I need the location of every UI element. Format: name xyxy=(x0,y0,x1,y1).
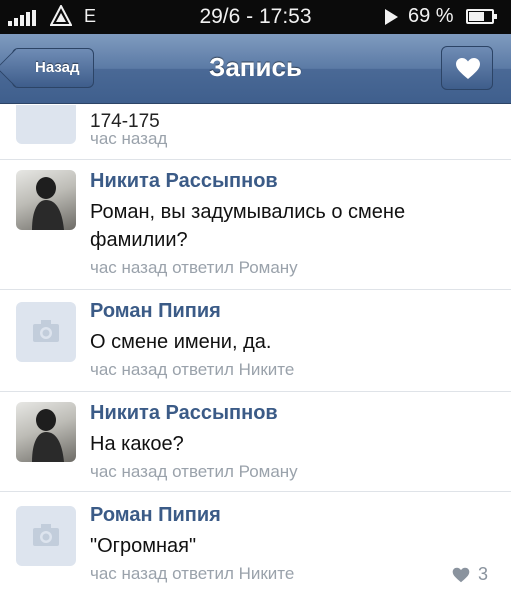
avatar[interactable] xyxy=(16,302,76,362)
comment-item[interactable]: Никита Рассыпнов На какое? час назад отв… xyxy=(0,392,511,492)
battery-icon xyxy=(466,9,497,24)
heart-icon xyxy=(452,567,470,582)
comment-meta: час назад xyxy=(90,129,168,148)
status-bar: E 29/6 - 17:53 69 % xyxy=(0,0,511,34)
comment-like-button[interactable]: 3 xyxy=(452,564,488,585)
avatar[interactable] xyxy=(16,402,76,462)
person-silhouette-icon xyxy=(32,177,64,230)
avatar[interactable] xyxy=(16,506,76,566)
comment-text: О смене имени, да. xyxy=(90,331,272,353)
play-icon xyxy=(385,9,398,25)
comment-author[interactable]: Роман Пипия xyxy=(90,300,221,323)
page-title: Запись xyxy=(209,52,302,82)
comment-item[interactable]: Никита Рассыпнов Роман, вы задумывались … xyxy=(0,160,511,290)
comment-text: На какое? xyxy=(90,433,184,455)
comment-item[interactable]: 174-175 час назад xyxy=(0,105,511,160)
like-button[interactable] xyxy=(441,46,493,90)
avatar[interactable] xyxy=(16,170,76,230)
comment-meta: час назад ответил Никите xyxy=(90,360,295,379)
comment-item[interactable]: Роман Пипия "Огромная" час назад ответил… xyxy=(0,492,511,604)
person-silhouette-icon xyxy=(32,409,64,462)
comment-author[interactable]: Никита Рассыпнов xyxy=(90,170,278,193)
battery-percent: 69 % xyxy=(408,5,454,27)
comment-meta: час назад ответил Роману xyxy=(90,258,298,277)
heart-icon xyxy=(456,58,480,79)
avatar[interactable] xyxy=(16,105,76,144)
comment-item[interactable]: Роман Пипия О смене имени, да. час назад… xyxy=(0,290,511,392)
camera-icon xyxy=(33,524,59,546)
comments-list[interactable]: 174-175 час назад Никита Рассыпнов Роман… xyxy=(0,105,511,604)
navigation-bar: Назад Запись xyxy=(0,34,511,104)
comment-text: Роман, вы задумывались о смене фамилии? xyxy=(90,201,406,251)
comment-author[interactable]: Роман Пипия xyxy=(90,504,221,527)
like-count: 3 xyxy=(478,564,489,584)
camera-icon xyxy=(33,320,59,342)
comment-author[interactable]: Никита Рассыпнов xyxy=(90,402,278,425)
comment-meta: час назад ответил Никите xyxy=(90,564,295,583)
comment-meta: час назад ответил Роману xyxy=(90,462,298,481)
comment-text: "Огромная" xyxy=(90,535,197,557)
battery-fill xyxy=(469,12,484,21)
